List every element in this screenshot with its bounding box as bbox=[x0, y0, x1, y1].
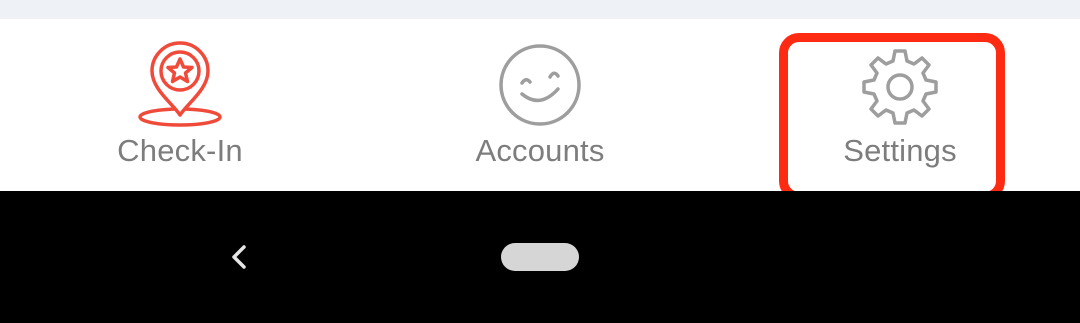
tab-check-in-label: Check-In bbox=[117, 133, 243, 168]
tab-accounts[interactable]: Accounts bbox=[360, 19, 720, 191]
tab-check-in[interactable]: Check-In bbox=[0, 19, 360, 191]
app-screen: Check-In Accounts Settings bbox=[0, 0, 1080, 323]
system-navigation-bar bbox=[0, 191, 1080, 323]
location-star-icon bbox=[132, 37, 228, 133]
content-area-edge bbox=[0, 0, 1080, 19]
tab-settings[interactable]: Settings bbox=[720, 19, 1080, 191]
bottom-tab-bar: Check-In Accounts Settings bbox=[0, 19, 1080, 201]
gear-icon bbox=[852, 37, 948, 133]
smiley-face-icon bbox=[492, 37, 588, 133]
tab-accounts-label: Accounts bbox=[475, 133, 605, 168]
tab-settings-label: Settings bbox=[843, 133, 957, 168]
chevron-left-icon[interactable] bbox=[222, 239, 258, 275]
home-pill-icon[interactable] bbox=[501, 243, 579, 271]
